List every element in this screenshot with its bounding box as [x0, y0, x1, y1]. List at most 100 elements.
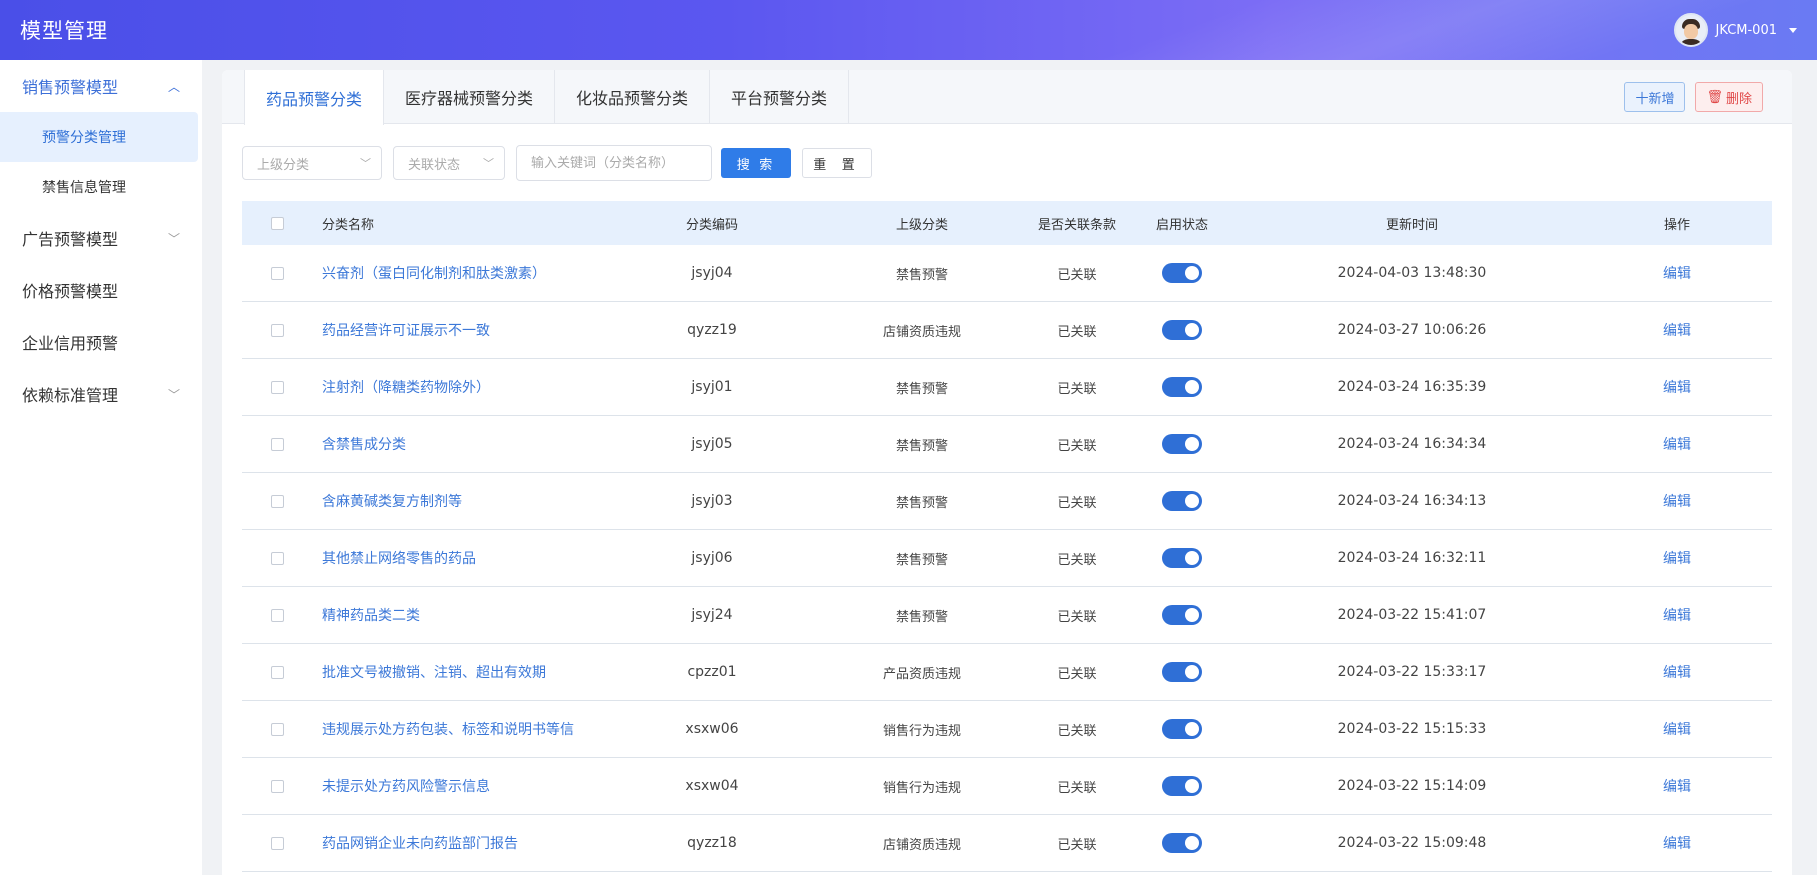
category-code: qyzz19 — [687, 322, 737, 338]
row-checkbox[interactable] — [270, 380, 284, 394]
table-row: 批准文号被撤销、注销、超出有效期 cpzz01 产品资质违规 已关联 2024-03-2… — [242, 644, 1772, 701]
category-table: 分类名称 分类编码 上级分类 是否关联条款 启用状态 更新时间 操作 兴奋剂（蛋… — [242, 201, 1772, 872]
edit-link[interactable]: 编辑 — [1663, 551, 1691, 567]
enable-toggle[interactable] — [1162, 776, 1202, 796]
sidebar-item-label: 价格预警模型 — [22, 282, 119, 301]
sidebar-subitem-warning-category[interactable]: 预警分类管理 — [0, 112, 198, 162]
trash-icon: 🗑 — [1706, 89, 1723, 104]
category-name-link[interactable]: 含禁售成分类 — [322, 437, 406, 453]
category-code: jsyj01 — [691, 379, 733, 395]
row-checkbox[interactable] — [270, 608, 284, 622]
select-all-checkbox[interactable] — [270, 216, 284, 230]
update-time: 2024-03-24 16:32:11 — [1337, 550, 1487, 566]
update-time: 2024-03-24 16:34:13 — [1337, 493, 1487, 509]
col-state: 启用状态 — [1155, 217, 1208, 233]
col-time: 更新时间 — [1385, 217, 1438, 233]
enable-toggle[interactable] — [1162, 833, 1202, 853]
enable-toggle[interactable] — [1162, 491, 1202, 511]
enable-toggle[interactable] — [1162, 605, 1202, 625]
enable-toggle[interactable] — [1162, 548, 1202, 568]
parent-category: 禁售预警 — [895, 438, 948, 454]
association-status-select[interactable]: 关联状态 ﹀ — [393, 146, 505, 180]
caret-down-icon[interactable] — [1789, 27, 1797, 33]
tab-cosmetic-warning[interactable]: 化妆品预警分类 — [555, 70, 711, 124]
row-checkbox[interactable] — [270, 779, 284, 793]
association-status: 已关联 — [1057, 495, 1097, 511]
parent-category: 禁售预警 — [895, 609, 948, 625]
tab-platform-warning[interactable]: 平台预警分类 — [710, 70, 850, 124]
category-name-link[interactable]: 违规展示处方药包装、标签和说明书等信 — [322, 722, 574, 738]
keyword-input[interactable] — [516, 145, 712, 181]
category-code: jsyj04 — [691, 265, 733, 281]
row-checkbox[interactable] — [270, 494, 284, 508]
user-menu[interactable]: JKCM-001 — [1673, 13, 1797, 47]
reset-button[interactable]: 重 置 — [802, 148, 872, 178]
category-name-link[interactable]: 其他禁止网络零售的药品 — [322, 551, 476, 567]
edit-link[interactable]: 编辑 — [1663, 380, 1691, 396]
sidebar-item-credit-warning[interactable]: 企业信用预警 — [0, 316, 202, 368]
category-name-link[interactable]: 注射剂（降糖类药物除外） — [322, 380, 490, 396]
parent-category: 店铺资质违规 — [882, 837, 961, 853]
row-checkbox[interactable] — [270, 437, 284, 451]
tab-device-warning[interactable]: 医疗器械预警分类 — [384, 70, 556, 124]
col-op: 操作 — [1663, 217, 1690, 233]
sidebar-item-standard-mgmt[interactable]: 依赖标准管理 ﹀ — [0, 368, 202, 420]
row-checkbox[interactable] — [270, 551, 284, 565]
edit-link[interactable]: 编辑 — [1663, 323, 1691, 339]
sidebar-item-label: 企业信用预警 — [22, 334, 119, 353]
sidebar-item-sales-warning[interactable]: 销售预警模型 ︿ — [0, 60, 202, 112]
update-time: 2024-04-03 13:48:30 — [1337, 265, 1487, 281]
category-name-link[interactable]: 兴奋剂（蛋白同化制剂和肽类激素） — [322, 266, 546, 282]
tabs: 药品预警分类 医疗器械预警分类 化妆品预警分类 平台预警分类 — [244, 70, 850, 125]
table-row: 药品经营许可证展示不一致 qyzz19 店铺资质违规 已关联 2024-03-27 10… — [242, 302, 1772, 359]
col-code: 分类编码 — [685, 217, 738, 233]
update-time: 2024-03-22 15:41:07 — [1337, 607, 1487, 623]
sidebar-item-ad-warning[interactable]: 广告预警模型 ﹀ — [0, 212, 202, 264]
row-checkbox[interactable] — [270, 665, 284, 679]
col-parent: 上级分类 — [895, 217, 948, 233]
enable-toggle[interactable] — [1162, 434, 1202, 454]
edit-link[interactable]: 编辑 — [1663, 437, 1691, 453]
category-name-link[interactable]: 批准文号被撤销、注销、超出有效期 — [322, 665, 546, 681]
edit-link[interactable]: 编辑 — [1663, 608, 1691, 624]
enable-toggle[interactable] — [1162, 377, 1202, 397]
table-row: 注射剂（降糖类药物除外） jsyj01 禁售预警 已关联 2024-03-24 16:3… — [242, 359, 1772, 416]
enable-toggle[interactable] — [1162, 662, 1202, 682]
edit-link[interactable]: 编辑 — [1663, 494, 1691, 510]
add-button[interactable]: 十新增 — [1624, 82, 1686, 112]
category-name-link[interactable]: 药品网销企业未向药监部门报告 — [322, 836, 518, 852]
category-code: xsxw06 — [685, 721, 739, 737]
edit-link[interactable]: 编辑 — [1663, 836, 1691, 852]
sidebar-item-price-warning[interactable]: 价格预警模型 — [0, 264, 202, 316]
row-checkbox[interactable] — [270, 836, 284, 850]
avatar[interactable] — [1673, 13, 1708, 47]
edit-link[interactable]: 编辑 — [1663, 722, 1691, 738]
enable-toggle[interactable] — [1162, 320, 1202, 340]
category-name-link[interactable]: 未提示处方药风险警示信息 — [322, 779, 490, 795]
edit-link[interactable]: 编辑 — [1663, 779, 1691, 795]
sidebar-subitem-label: 预警分类管理 — [42, 130, 126, 146]
sidebar-subitem-prohibited-info[interactable]: 禁售信息管理 — [0, 162, 198, 212]
enable-toggle[interactable] — [1162, 719, 1202, 739]
category-name-link[interactable]: 药品经营许可证展示不一致 — [322, 323, 490, 339]
edit-link[interactable]: 编辑 — [1663, 665, 1691, 681]
update-time: 2024-03-24 16:34:34 — [1337, 436, 1487, 452]
search-button[interactable]: 搜 索 — [721, 148, 791, 178]
category-code: jsyj03 — [691, 493, 733, 509]
category-name-link[interactable]: 含麻黄碱类复方制剂等 — [322, 494, 462, 510]
row-checkbox[interactable] — [270, 266, 284, 280]
parent-category-select[interactable]: 上级分类 ﹀ — [242, 146, 382, 180]
tab-drug-warning[interactable]: 药品预警分类 — [244, 70, 385, 125]
chevron-down-icon: ﹀ — [167, 231, 180, 246]
delete-button[interactable]: 🗑 删除 — [1695, 82, 1763, 112]
sidebar-item-label: 依赖标准管理 — [22, 386, 119, 405]
edit-link[interactable]: 编辑 — [1663, 266, 1691, 282]
select-placeholder: 关联状态 — [408, 157, 461, 173]
table-row: 其他禁止网络零售的药品 jsyj06 禁售预警 已关联 2024-03-24 16:32… — [242, 530, 1772, 587]
tab-bar: 药品预警分类 医疗器械预警分类 化妆品预警分类 平台预警分类 十新增 🗑 删除 — [222, 70, 1792, 125]
row-checkbox[interactable] — [270, 722, 284, 736]
parent-category: 销售行为违规 — [882, 723, 961, 739]
enable-toggle[interactable] — [1162, 263, 1202, 283]
category-name-link[interactable]: 精神药品类二类 — [322, 608, 420, 624]
row-checkbox[interactable] — [270, 323, 284, 337]
